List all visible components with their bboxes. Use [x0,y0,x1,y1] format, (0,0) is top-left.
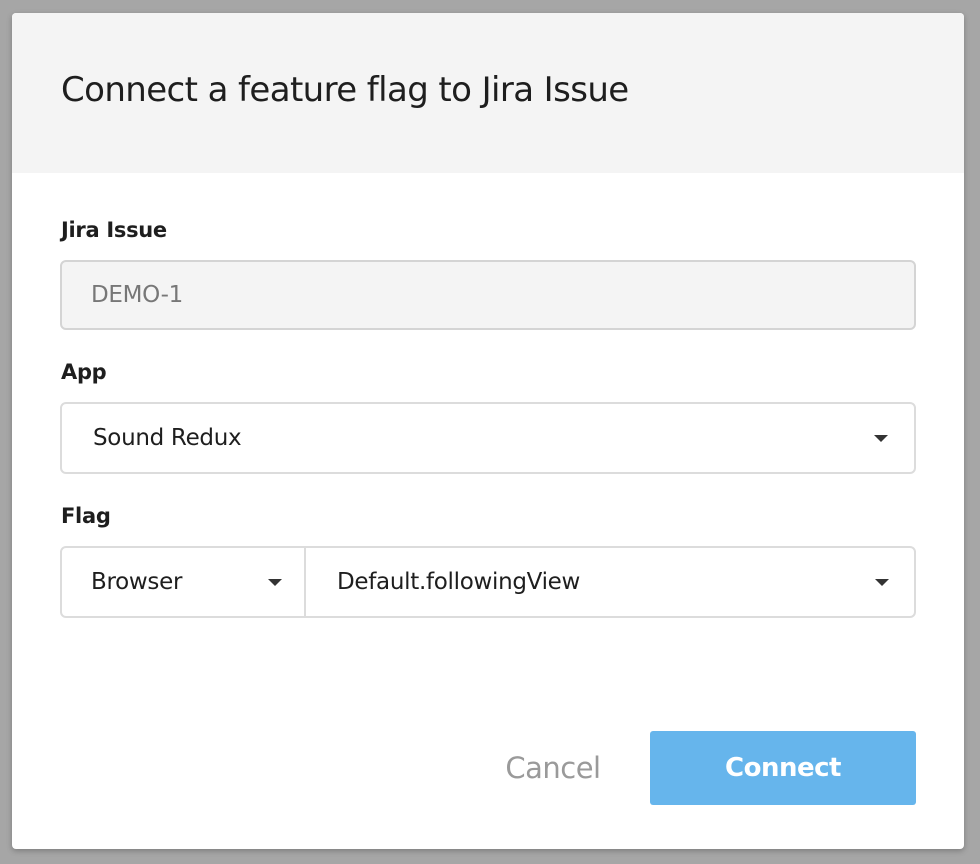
connect-flag-dialog: Connect a feature flag to Jira Issue Jir… [12,13,964,849]
app-label: App [61,360,107,384]
app-select[interactable]: Sound Redux [60,402,916,474]
flag-label: Flag [61,504,111,528]
flag-platform-select[interactable]: Browser [62,548,306,616]
flag-name-value: Default.followingView [337,569,581,595]
caret-down-icon [268,579,282,586]
jira-issue-field: DEMO-1 [60,260,916,330]
flag-selector-group: Browser Default.followingView [60,546,916,618]
flag-platform-value: Browser [91,569,183,595]
connect-button[interactable]: Connect [650,731,916,805]
jira-issue-value: DEMO-1 [91,282,183,308]
caret-down-icon [875,579,889,586]
dialog-header: Connect a feature flag to Jira Issue [12,13,964,173]
jira-issue-label: Jira Issue [61,218,167,242]
dialog-title: Connect a feature flag to Jira Issue [61,70,629,110]
caret-down-icon [874,435,888,442]
cancel-button[interactable]: Cancel [480,731,626,805]
flag-name-select[interactable]: Default.followingView [306,548,914,616]
app-select-value: Sound Redux [93,425,242,451]
